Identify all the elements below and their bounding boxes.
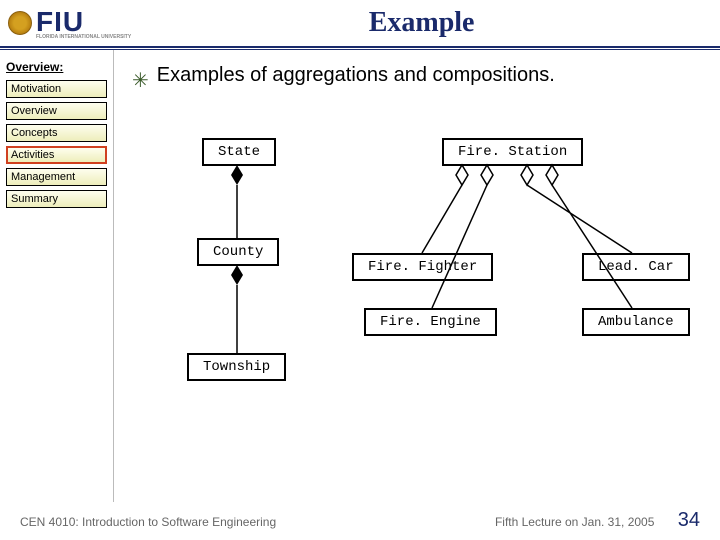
main: Overview: Motivation Overview Concepts A… (0, 50, 720, 502)
page-number: 34 (678, 509, 700, 531)
box-township: Township (187, 353, 286, 381)
box-firestation: Fire. Station (442, 138, 583, 166)
box-county: County (197, 238, 279, 266)
sidebar-item-management[interactable]: Management (6, 168, 107, 186)
box-leadcar: Lead. Car (582, 253, 690, 281)
footer-left: CEN 4010: Introduction to Software Engin… (20, 515, 360, 529)
sidebar-item-concepts[interactable]: Concepts (6, 124, 107, 142)
box-firefighter: Fire. Fighter (352, 253, 493, 281)
sidebar: Overview: Motivation Overview Concepts A… (0, 50, 114, 502)
sidebar-item-activities[interactable]: Activities (6, 146, 107, 164)
fiu-logo: FIU FLORIDA INTERNATIONAL UNIVERSITY (8, 6, 131, 40)
header: FIU FLORIDA INTERNATIONAL UNIVERSITY Exa… (0, 0, 720, 48)
seal-icon (8, 11, 32, 35)
footer: CEN 4010: Introduction to Software Engin… (0, 509, 720, 532)
box-ambulance: Ambulance (582, 308, 690, 336)
footer-right: Fifth Lecture on Jan. 31, 2005 34 (360, 509, 700, 532)
box-state: State (202, 138, 276, 166)
box-fireengine: Fire. Engine (364, 308, 497, 336)
sidebar-item-overview[interactable]: Overview (6, 102, 107, 120)
sidebar-item-motivation[interactable]: Motivation (6, 80, 107, 98)
page-title: Example (131, 7, 712, 39)
sidebar-item-summary[interactable]: Summary (6, 190, 107, 208)
asterisk-icon: ✳ (132, 68, 149, 93)
logo-subtext: FLORIDA INTERNATIONAL UNIVERSITY (36, 34, 131, 40)
uml-diagram: State County Township Fire. Station Fire… (132, 103, 702, 443)
content: ✳ Examples of aggregations and compositi… (114, 50, 720, 502)
lecture-label: Fifth Lecture on Jan. 31, 2005 (495, 515, 654, 529)
bullet-line: ✳ Examples of aggregations and compositi… (132, 64, 702, 93)
bullet-text: Examples of aggregations and composition… (157, 64, 555, 87)
sidebar-section-label: Overview: (6, 60, 107, 74)
